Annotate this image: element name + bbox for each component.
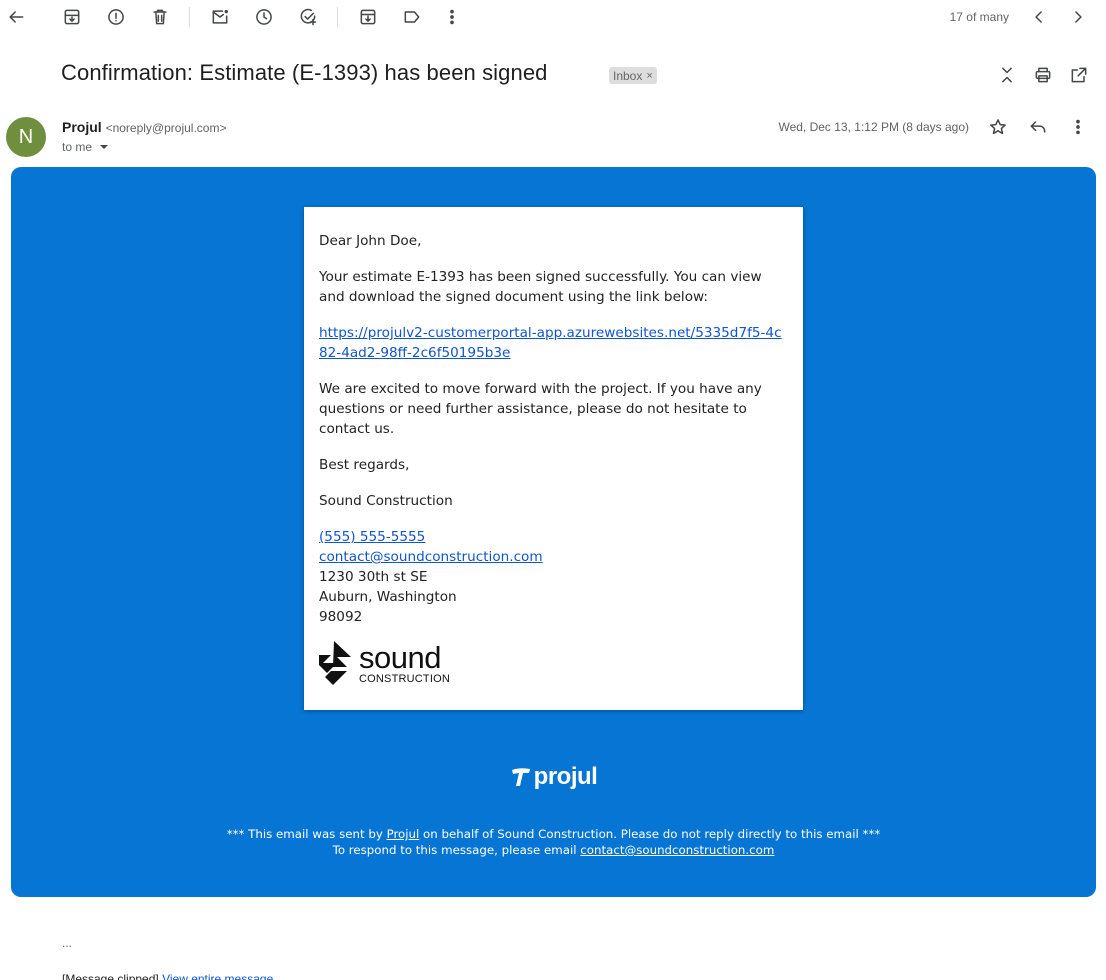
back-arrow-icon[interactable] [6,7,26,27]
label-icon[interactable] [402,7,422,27]
clipped-label: [Message clipped] [62,972,159,980]
company-name: Sound Construction [319,493,453,509]
projul-mark-icon [511,768,530,786]
sender-email: <noreply@projul.com> [105,121,227,135]
footer-line-2-text: To respond to this message, please email [332,843,581,857]
chip-label: Inbox [613,68,643,83]
signed-document-link[interactable]: https://projulv2-customerportal-app.azur… [319,325,782,361]
projul-logo: projul [11,763,1096,791]
more-vert-icon[interactable] [442,7,462,27]
expand-collapse-icon[interactable] [997,65,1017,85]
move-to-icon[interactable] [358,7,378,27]
older-chevron-icon[interactable] [1068,7,1088,27]
caret-down-icon[interactable] [100,145,109,149]
snooze-icon[interactable] [254,7,274,27]
report-spam-icon[interactable] [106,7,126,27]
closing: Best regards, [319,457,410,473]
contact-email-link[interactable]: contact@soundconstruction.com [319,549,543,565]
recipient-dropdown[interactable]: to me [62,140,109,154]
logo-word: sound [359,640,441,675]
footer-line-1: *** This email was sent by Projul on beh… [11,826,1096,842]
toolbar-divider [337,7,338,27]
footer-line-1-text: *** This email was sent by [226,827,387,841]
address-line-1: 1230 30th st SE [319,569,428,585]
reply-icon[interactable] [1028,117,1048,137]
star-icon[interactable] [988,117,1008,137]
view-entire-message-link[interactable]: View entire message [162,972,273,980]
projul-link[interactable]: Projul [387,827,420,841]
open-new-window-icon[interactable] [1069,65,1089,85]
sound-construction-logo: sound CONSTRUCTION [319,641,788,687]
chip-remove-icon[interactable]: × [646,70,652,82]
email-date: Wed, Dec 13, 1:12 PM (8 days ago) [778,120,969,134]
inbox-label-chip[interactable]: Inbox × [609,67,657,84]
contact-block: (555) 555-5555 contact@soundconstruction… [319,527,788,627]
footer-line-2: To respond to this message, please email… [11,842,1096,858]
message-clipped-notice: [Message clipped] View entire message [62,972,273,980]
phone-link[interactable]: (555) 555-5555 [319,529,425,545]
toolbar-divider [189,7,190,27]
delete-icon[interactable] [150,7,170,27]
recipient-label: to me [62,140,93,154]
message-card: Dear John Doe, Your estimate E-1393 has … [304,207,803,710]
message-counter: 17 of many [949,10,1009,24]
email-footer: *** This email was sent by Projul on beh… [11,826,1096,858]
print-icon[interactable] [1033,65,1053,85]
show-trimmed-content[interactable]: ... [62,936,72,950]
sender-avatar: N [6,117,46,157]
footer-contact-email-link[interactable]: contact@soundconstruction.com [580,843,774,857]
mark-unread-icon[interactable] [210,7,230,27]
logo-subword: CONSTRUCTION [359,673,451,685]
email-subject: Confirmation: Estimate (E-1393) has been… [61,60,548,85]
newer-chevron-icon[interactable] [1029,7,1049,27]
sender-name[interactable]: Projul [62,119,102,135]
footer-line-1-text-end: on behalf of Sound Construction. Please … [419,827,881,841]
greeting: Dear John Doe, [319,233,422,249]
add-to-tasks-icon[interactable] [298,7,318,27]
archive-icon[interactable] [62,7,82,27]
sender-line: Projul <noreply@projul.com> [62,119,226,135]
zip-code: 98092 [319,609,363,625]
sound-logo-mark-icon [319,641,351,685]
address-line-2: Auburn, Washington [319,589,457,605]
message-more-icon[interactable] [1068,117,1088,137]
body-paragraph-1: Your estimate E-1393 has been signed suc… [319,269,762,305]
email-body-banner: Dear John Doe, Your estimate E-1393 has … [11,167,1096,897]
projul-wordmark: projul [533,763,598,790]
body-paragraph-2: We are excited to move forward with the … [319,381,762,437]
